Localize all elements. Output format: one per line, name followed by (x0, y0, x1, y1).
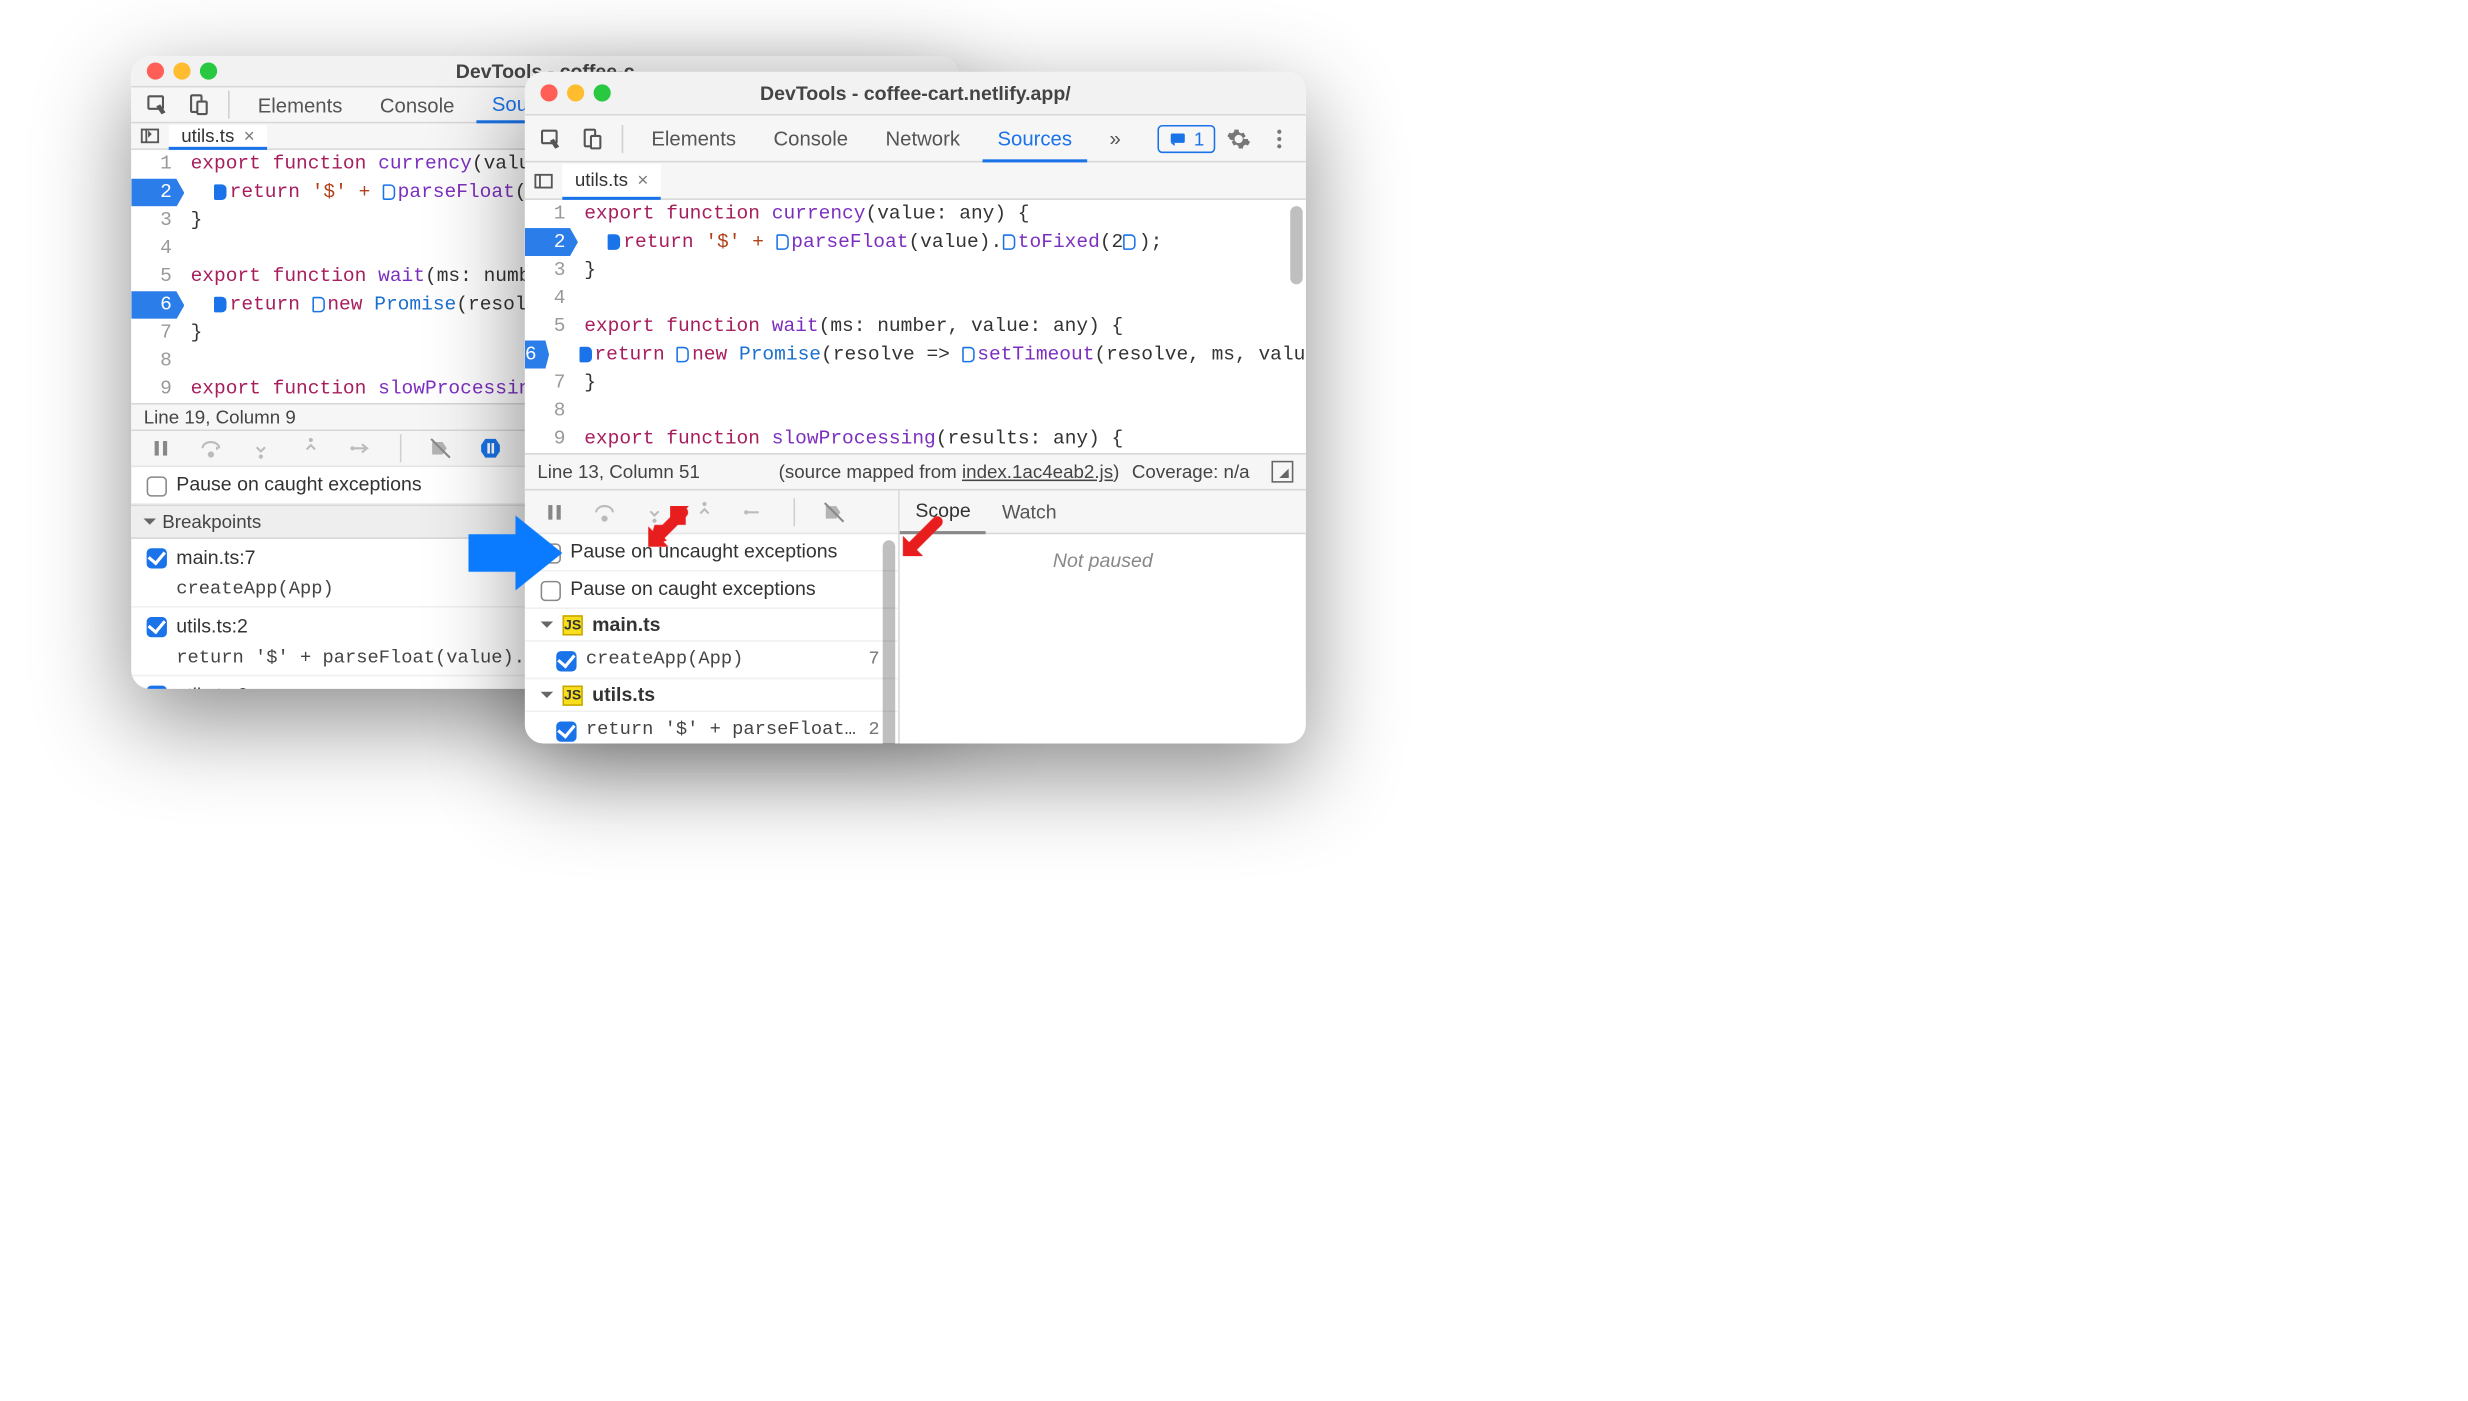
device-toggle-icon[interactable] (575, 121, 609, 155)
blue-arrow-annotation (469, 515, 563, 590)
minimize-icon[interactable] (567, 84, 584, 101)
breakpoint-item[interactable]: return '$' + parseFloat(va… 2 (525, 712, 898, 743)
red-arrow-annotation (900, 515, 944, 559)
status-bar: Line 13, Column 51 (source mapped from i… (525, 453, 1306, 490)
cursor-position: Line 19, Column 9 (144, 407, 296, 429)
close-icon[interactable] (540, 84, 557, 101)
breakpoint-file-group[interactable]: JSmain.ts (525, 609, 898, 642)
sourcemap-info: (source mapped from index.1ac4eab2.js) (779, 461, 1120, 483)
tab-watch[interactable]: Watch (986, 490, 1072, 532)
titlebar: DevTools - coffee-cart.netlify.app/ (525, 72, 1306, 116)
window-title: DevTools - coffee-cart.netlify.app/ (525, 82, 1306, 104)
close-icon[interactable] (147, 63, 164, 80)
checkbox[interactable] (147, 548, 167, 568)
debugger-panes: Pause on uncaught exceptions Pause on ca… (525, 534, 898, 743)
step-into-icon[interactable] (244, 431, 278, 465)
debugger-right-pane: Scope Watch Not paused (900, 490, 1306, 743)
sourcemap-link[interactable]: index.1ac4eab2.js (962, 461, 1113, 483)
pause-on-exceptions-icon[interactable] (473, 431, 507, 465)
pause-uncaught-row[interactable]: Pause on uncaught exceptions (525, 534, 898, 571)
red-arrow-annotation (645, 506, 689, 550)
debugger-toolbar (525, 490, 898, 534)
pause-caught-label: Pause on caught exceptions (570, 578, 815, 600)
inspect-icon[interactable] (534, 121, 568, 155)
step-over-icon[interactable] (194, 431, 228, 465)
pause-uncaught-label: Pause on uncaught exceptions (570, 540, 837, 562)
close-icon[interactable]: × (637, 169, 648, 191)
zoom-icon[interactable] (200, 63, 217, 80)
checkbox[interactable] (147, 686, 167, 689)
devtools-window-right: DevTools - coffee-cart.netlify.app/ Elem… (525, 72, 1306, 744)
step-out-icon[interactable] (687, 494, 721, 528)
code-editor[interactable]: 1export function currency(value: any) {2… (525, 200, 1306, 453)
cursor-position: Line 13, Column 51 (537, 461, 700, 483)
pause-caught-row[interactable]: Pause on caught exceptions (525, 572, 898, 609)
window-controls (147, 63, 217, 80)
issues-badge[interactable]: 1 (1158, 124, 1215, 152)
file-tab-utils[interactable]: utils.ts× (562, 163, 660, 199)
scope-watch-tabs: Scope Watch (900, 490, 1306, 534)
step-icon[interactable] (737, 494, 771, 528)
minimize-icon[interactable] (173, 63, 190, 80)
pause-caught-label: Pause on caught exceptions (177, 473, 422, 495)
tab-elements[interactable]: Elements (636, 116, 752, 161)
settings-icon[interactable] (1222, 121, 1256, 155)
show-navigator-icon[interactable] (1271, 461, 1293, 483)
file-tabbar: utils.ts× (525, 162, 1306, 199)
inspect-icon[interactable] (141, 88, 175, 122)
pause-icon[interactable] (144, 431, 178, 465)
debugger-left-pane: Pause on uncaught exceptions Pause on ca… (525, 490, 900, 743)
scrollbar[interactable] (1290, 206, 1302, 284)
checkbox[interactable] (147, 477, 167, 497)
breakpoint-item[interactable]: createApp(App) 7 (525, 642, 898, 679)
scrollbar[interactable] (883, 540, 895, 743)
panel-tabbar: Elements Console Network Sources » 1 (525, 116, 1306, 163)
more-icon[interactable] (1262, 121, 1296, 155)
tab-elements[interactable]: Elements (242, 88, 358, 122)
tab-network[interactable]: Network (870, 116, 976, 161)
step-icon[interactable] (344, 431, 378, 465)
checkbox[interactable] (556, 651, 576, 671)
device-toggle-icon[interactable] (181, 88, 215, 122)
file-tab-utils[interactable]: utils.ts× (169, 124, 267, 149)
coverage-info: Coverage: n/a (1132, 461, 1250, 483)
step-out-icon[interactable] (294, 431, 328, 465)
zoom-icon[interactable] (594, 84, 611, 101)
checkbox[interactable] (147, 617, 167, 637)
deactivate-breakpoints-icon[interactable] (423, 431, 457, 465)
tab-console[interactable]: Console (758, 116, 864, 161)
breakpoint-file-group[interactable]: JSutils.ts (525, 679, 898, 712)
deactivate-breakpoints-icon[interactable] (817, 494, 851, 528)
close-icon[interactable]: × (244, 125, 255, 147)
step-over-icon[interactable] (587, 494, 621, 528)
more-tabs-icon[interactable]: » (1094, 116, 1137, 161)
scope-not-paused: Not paused (900, 534, 1306, 587)
navigator-toggle-icon[interactable] (131, 125, 168, 147)
checkbox[interactable] (556, 722, 576, 742)
navigator-toggle-icon[interactable] (525, 169, 562, 191)
tab-console[interactable]: Console (364, 88, 470, 122)
window-controls (540, 84, 610, 101)
tab-sources[interactable]: Sources (982, 116, 1088, 161)
